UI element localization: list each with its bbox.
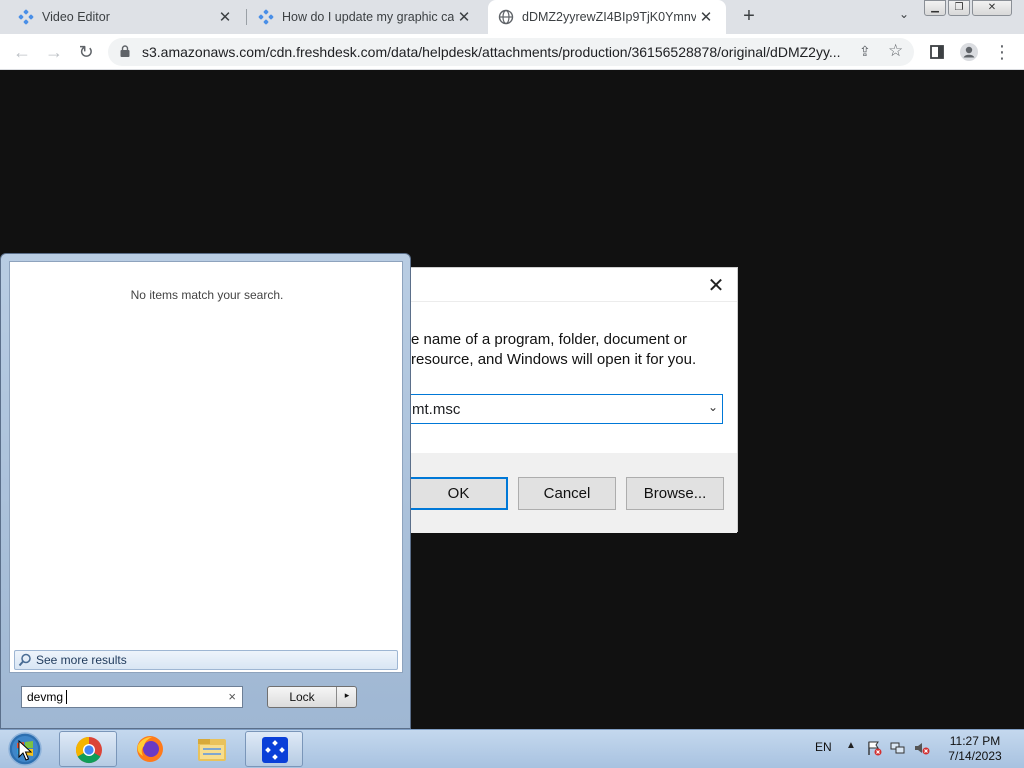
tab-close-icon[interactable]: ✕ [696, 8, 716, 26]
split-divider [336, 687, 337, 707]
close-window-button[interactable]: ✕ [972, 0, 1012, 16]
open-combobox[interactable]: mt.msc ⌄ [407, 394, 723, 424]
address-bar[interactable]: s3.amazonaws.com/cdn.freshdesk.com/data/… [108, 38, 914, 66]
globe-icon [498, 9, 514, 25]
see-more-label: See more results [36, 653, 127, 667]
tab-close-icon[interactable]: ✕ [215, 8, 235, 26]
no-results-message: No items match your search. [130, 288, 284, 302]
minimize-button[interactable]: ▁ [924, 0, 946, 16]
language-indicator[interactable]: EN [815, 740, 832, 754]
cancel-button[interactable]: Cancel [518, 477, 616, 510]
browse-button[interactable]: Browse... [626, 477, 724, 510]
clock-date: 7/14/2023 [948, 749, 1002, 763]
volume-muted-icon[interactable] [914, 740, 930, 756]
lock-button[interactable]: Lock ▸ [267, 686, 357, 708]
search-results-pane: No items match your search. See more res… [9, 261, 403, 673]
url-text[interactable]: s3.amazonaws.com/cdn.freshdesk.com/data/… [142, 44, 852, 60]
tab-title: dDMZ2yyrewZI4BIp9TjK0Ymnv_W [522, 10, 696, 24]
maximize-button[interactable]: ❐ [948, 0, 970, 16]
tab-title: How do I update my graphic card [282, 10, 454, 24]
close-icon[interactable]: ✕ [705, 273, 727, 298]
bookmark-star-icon[interactable]: ☆ [888, 41, 903, 61]
video-editor-favicon-icon [18, 9, 34, 25]
run-dialog-description: e name of a program, folder, document or… [411, 331, 697, 368]
search-icon [18, 653, 32, 667]
lock-icon[interactable] [120, 45, 130, 57]
side-panel-icon[interactable] [926, 41, 948, 63]
system-clock[interactable]: 11:27 PM 7/14/2023 [940, 734, 1010, 764]
start-search-input[interactable]: devmg × [21, 686, 243, 708]
lock-label[interactable]: Lock [268, 690, 336, 704]
tab-close-icon[interactable]: ✕ [454, 8, 474, 26]
taskbar-file-explorer-button[interactable] [183, 731, 241, 767]
share-icon[interactable]: ⇪ [859, 43, 871, 60]
chevron-down-icon[interactable]: ⌄ [708, 400, 718, 414]
see-more-results-button[interactable]: See more results [14, 650, 398, 670]
clear-search-icon[interactable]: × [228, 689, 236, 704]
new-tab-button[interactable]: + [737, 4, 761, 28]
tab-update-graphic-card[interactable]: How do I update my graphic card ✕ [248, 0, 484, 34]
network-icon[interactable] [890, 740, 906, 756]
action-center-flag-icon[interactable] [866, 740, 882, 756]
video-editor-icon [262, 737, 288, 763]
tab-strip: Video Editor ✕ How do I update my graphi… [0, 0, 1024, 34]
back-arrow-icon[interactable]: ← [11, 41, 33, 63]
reload-icon[interactable]: ↻ [75, 41, 97, 63]
window-controls: ▁ ❐ ✕ [922, 0, 1012, 16]
tab-attachment-active[interactable]: dDMZ2yyrewZI4BIp9TjK0Ymnv_W ✕ [488, 0, 726, 34]
start-menu: No items match your search. See more res… [0, 253, 411, 729]
firefox-icon [137, 736, 163, 762]
forward-arrow-icon[interactable]: → [43, 41, 65, 63]
profile-avatar-icon[interactable] [958, 41, 980, 63]
ok-button[interactable]: OK [409, 477, 508, 510]
search-query[interactable]: devmg [27, 690, 63, 704]
folder-icon [198, 739, 226, 761]
tab-search-chevron-icon[interactable]: ⌄ [893, 7, 915, 27]
power-options-arrow-icon[interactable]: ▸ [338, 690, 356, 701]
text-caret [66, 690, 67, 704]
run-dialog: ✕ e name of a program, folder, document … [400, 267, 738, 533]
tab-video-editor[interactable]: Video Editor ✕ [0, 0, 245, 34]
show-hidden-icons-arrow-icon[interactable]: ▲ [846, 740, 856, 751]
taskbar: EN ▲ 11:27 PM 7/14/2023 [0, 729, 1024, 768]
mouse-cursor-icon [18, 739, 33, 762]
video-editor-favicon-icon [258, 9, 274, 25]
taskbar-chrome-button[interactable] [59, 731, 117, 767]
tab-title: Video Editor [42, 10, 110, 24]
run-dialog-titlebar: ✕ [401, 268, 737, 302]
clock-time: 11:27 PM [949, 734, 1001, 748]
tab-divider [246, 9, 247, 25]
chrome-icon [75, 736, 102, 764]
more-menu-icon[interactable]: ⋮ [991, 41, 1013, 63]
taskbar-video-editor-button[interactable] [245, 731, 303, 767]
browser-toolbar: ← → ↻ s3.amazonaws.com/cdn.freshdesk.com… [0, 34, 1024, 70]
taskbar-firefox-button[interactable] [121, 731, 179, 767]
open-input-value[interactable]: mt.msc [412, 401, 460, 418]
